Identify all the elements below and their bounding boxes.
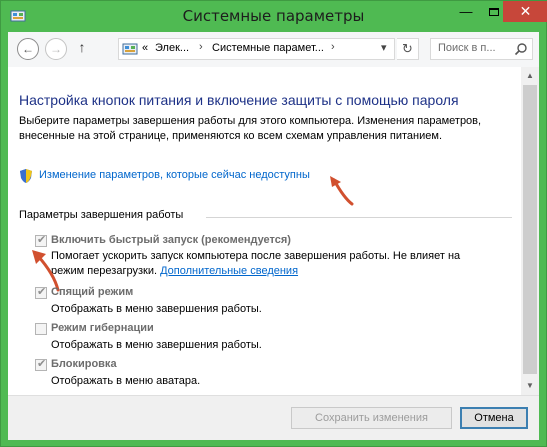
check-icon: ✔ xyxy=(37,358,47,370)
shutdown-settings-group-title: Параметры завершения работы xyxy=(19,209,184,221)
breadcrumb-item-system-settings[interactable]: Системные парамет... xyxy=(212,42,324,54)
lock-label: Блокировка xyxy=(51,358,117,370)
back-button[interactable]: ← xyxy=(17,38,39,60)
page-description: Выберите параметры завершения работы для… xyxy=(19,115,482,142)
lock-description: Отображать в меню аватара. xyxy=(51,375,201,387)
history-dropdown-icon[interactable]: ▾ xyxy=(381,41,387,54)
more-info-link[interactable]: Дополнительные сведения xyxy=(160,265,298,277)
breadcrumb-overflow[interactable]: « xyxy=(142,42,148,54)
uac-shield-icon xyxy=(20,169,32,183)
refresh-button[interactable]: ↻ xyxy=(397,38,419,60)
search-box[interactable]: Поиск в п... xyxy=(430,38,533,60)
dialog-footer: Сохранить изменения Отмена xyxy=(8,395,539,440)
sleep-description: Отображать в меню завершения работы. xyxy=(51,303,262,315)
up-button[interactable]: ↑ xyxy=(74,39,90,59)
fast-startup-description: Помогает ускорить запуск компьютера посл… xyxy=(51,250,461,262)
annotation-arrow-icon xyxy=(330,176,354,206)
maximize-icon xyxy=(489,8,499,16)
hibernate-description: Отображать в меню завершения работы. xyxy=(51,339,262,351)
check-icon: ✔ xyxy=(37,286,47,298)
scroll-up-arrow-icon[interactable]: ▲ xyxy=(521,67,539,84)
settings-content: Настройка кнопок питания и включение защ… xyxy=(8,67,539,395)
search-input[interactable]: Поиск в п... xyxy=(438,42,496,54)
control-panel-icon xyxy=(122,43,138,55)
cancel-button[interactable]: Отмена xyxy=(460,407,528,429)
group-divider xyxy=(206,217,512,218)
save-changes-button[interactable]: Сохранить изменения xyxy=(291,407,452,429)
search-icon[interactable] xyxy=(514,42,528,56)
change-unavailable-settings-link[interactable]: Изменение параметров, которые сейчас нед… xyxy=(39,169,310,181)
minimize-button[interactable]: — xyxy=(452,1,480,22)
navigation-bar: ← → ↑ « Элек... › Системные парамет... ›… xyxy=(8,32,539,67)
system-settings-window: Системные параметры — ✕ ← → ↑ « Элек... … xyxy=(0,0,547,447)
hibernate-checkbox[interactable] xyxy=(35,323,47,335)
sleep-checkbox[interactable]: ✔ xyxy=(35,286,47,299)
scroll-down-arrow-icon[interactable]: ▼ xyxy=(521,377,539,394)
hibernate-label: Режим гибернации xyxy=(51,322,154,334)
address-bar[interactable]: « Элек... › Системные парамет... › ▾ xyxy=(118,38,395,60)
sleep-label: Спящий режим xyxy=(51,286,134,298)
title-bar[interactable]: Системные параметры — ✕ xyxy=(1,1,547,32)
lock-checkbox[interactable]: ✔ xyxy=(35,358,47,371)
fast-startup-description-line2: режим перезагрузки. Дополнительные сведе… xyxy=(51,264,298,279)
close-button[interactable]: ✕ xyxy=(503,1,547,22)
fast-startup-label: Включить быстрый запуск (рекомендуется) xyxy=(51,234,291,246)
forward-button[interactable]: → xyxy=(45,38,67,60)
scrollbar-thumb[interactable] xyxy=(523,85,537,374)
breadcrumb-separator[interactable]: › xyxy=(331,41,335,53)
breadcrumb-item-power[interactable]: Элек... xyxy=(155,42,189,54)
page-title: Настройка кнопок питания и включение защ… xyxy=(19,92,459,108)
breadcrumb-separator[interactable]: › xyxy=(199,41,203,53)
